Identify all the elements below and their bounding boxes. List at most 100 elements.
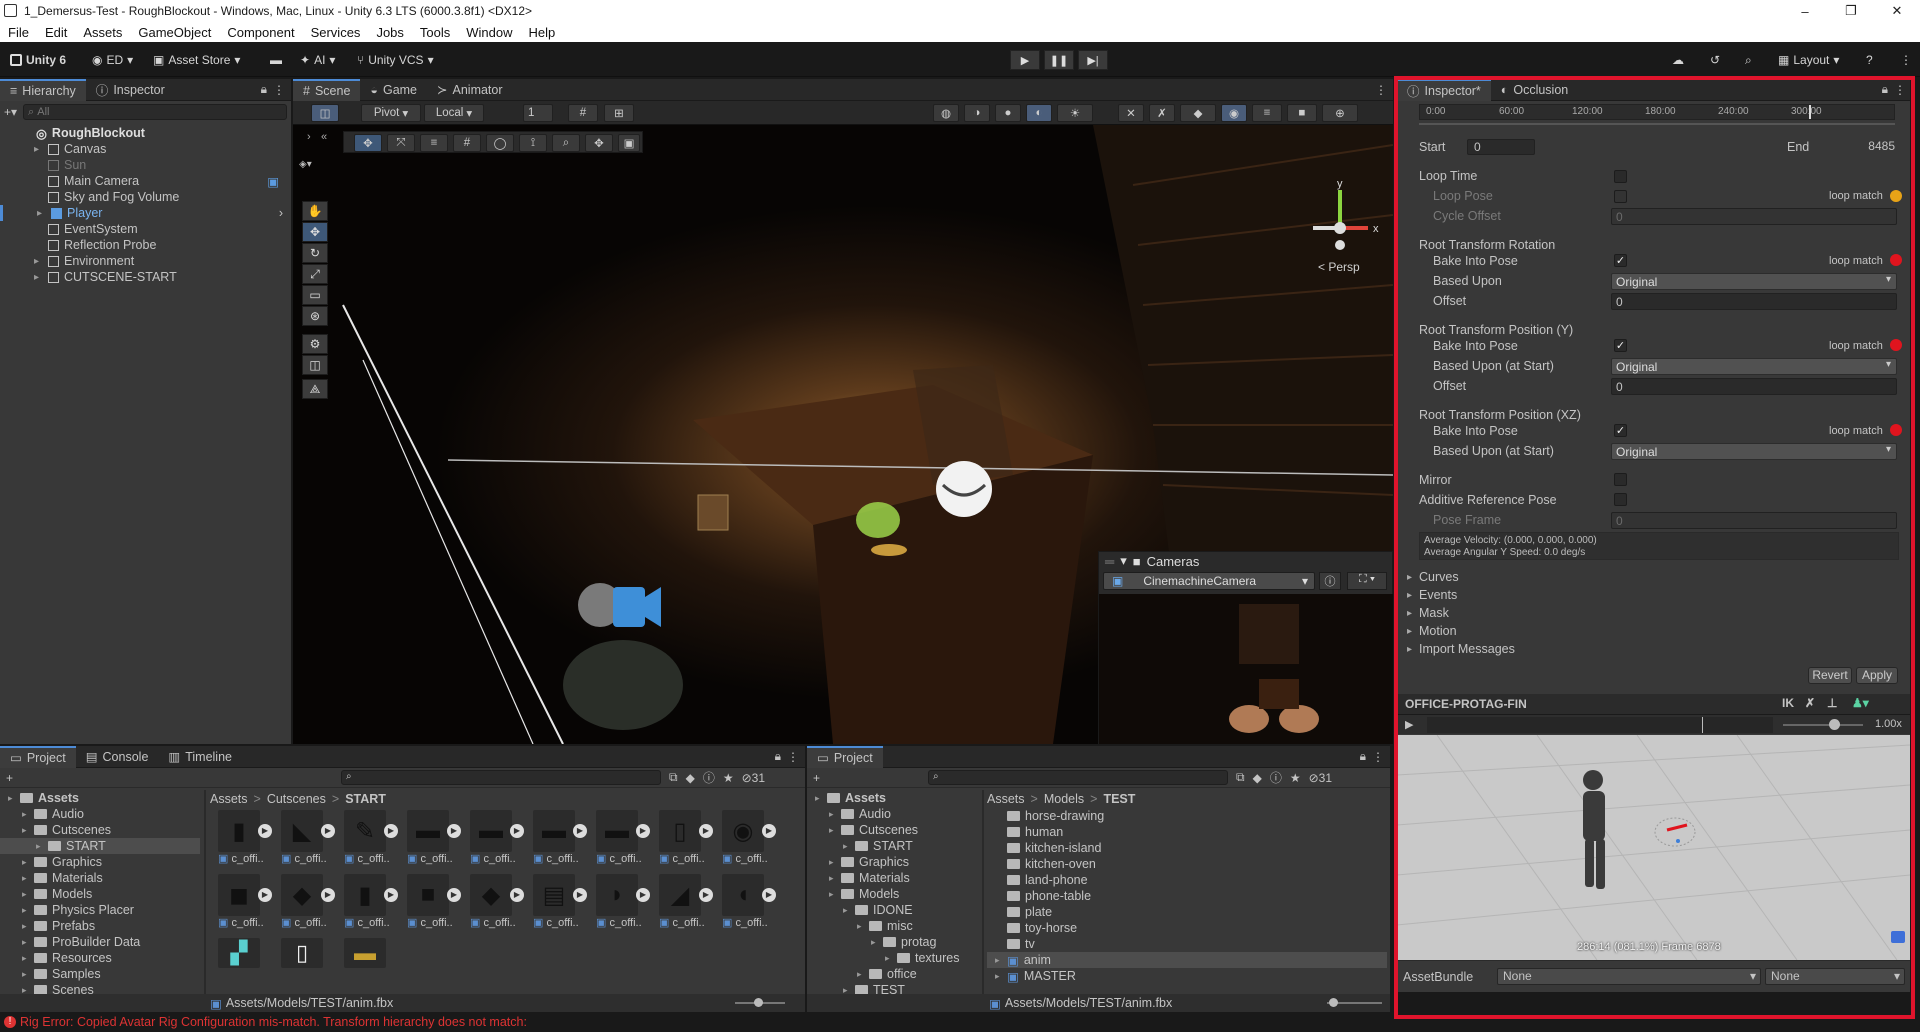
mute-icon[interactable]: ✗ xyxy=(1805,696,1815,710)
expand-arrow-icon[interactable]: ▸ xyxy=(22,873,34,884)
breadcrumb-item[interactable]: Assets xyxy=(987,792,1025,808)
speed-slider-track[interactable] xyxy=(1783,724,1863,726)
transform-tool[interactable]: ⊛ xyxy=(302,306,328,326)
asset-thumbnail[interactable]: ◖ ▶ ▣ c_offi... xyxy=(722,874,776,934)
play-icon[interactable]: ▶ xyxy=(321,888,335,902)
fx-toggle-button[interactable]: ✗ xyxy=(1149,104,1175,122)
tab-scene[interactable]: # Scene xyxy=(293,79,361,101)
expand-arrow-icon[interactable]: ▸ xyxy=(885,953,897,964)
folder-tree-item[interactable]: ▸ misc xyxy=(807,918,977,934)
pivot-icon[interactable]: ⊥ xyxy=(1827,696,1837,710)
menu-file[interactable]: File xyxy=(0,25,37,40)
asset-list-item[interactable]: toy-horse xyxy=(987,920,1387,936)
folder-tree-item[interactable]: ▸ textures xyxy=(807,950,977,966)
expand-arrow-icon[interactable]: ▸ xyxy=(34,256,46,267)
play-icon[interactable]: ▶ xyxy=(636,824,650,838)
expand-arrow-icon[interactable]: ▸ xyxy=(22,857,34,868)
expand-arrow-icon[interactable]: ▸ xyxy=(995,971,1007,982)
revert-button[interactable]: Revert xyxy=(1808,667,1852,684)
play-icon[interactable]: ▶ xyxy=(447,888,461,902)
asset-thumbnail[interactable]: ▬ ▶ ▣ c_offi... xyxy=(407,810,461,870)
tab-animator[interactable]: ≻ Animator xyxy=(427,79,513,101)
folder-tree-item[interactable]: ▸ Audio xyxy=(807,806,977,822)
play-icon[interactable]: ▶ xyxy=(699,888,713,902)
pose-frame-field[interactable]: 0 xyxy=(1611,512,1897,529)
loop-pose-checkbox[interactable] xyxy=(1614,190,1627,203)
breadcrumb-item[interactable]: Models xyxy=(1044,792,1084,808)
avatar-icon[interactable]: ♟▾ xyxy=(1852,696,1869,710)
shading-lit-button[interactable]: ◐ xyxy=(1026,104,1052,122)
offset-y-field[interactable]: 0 xyxy=(1611,378,1897,395)
hierarchy-item[interactable]: Sun xyxy=(0,157,291,173)
label-icon[interactable]: ◆ xyxy=(1253,771,1262,785)
play-icon[interactable]: ▶ xyxy=(384,824,398,838)
camera-select-dropdown[interactable]: ▣ CinemachineCamera ▾ xyxy=(1103,572,1315,590)
scale-tool[interactable]: ⤢ xyxy=(302,264,328,284)
folder-tree-item[interactable]: ▸ Models xyxy=(807,886,977,902)
asset-thumbnail[interactable]: ▮ ▶ ▣ c_offi... xyxy=(344,874,398,934)
asset-thumbnail[interactable]: ✎ ▶ ▣ c_offi... xyxy=(344,810,398,870)
menu-assets[interactable]: Assets xyxy=(75,25,130,40)
custom-tool[interactable]: ⚙ xyxy=(302,334,328,354)
menu-help[interactable]: Help xyxy=(521,25,564,40)
asset-thumbnail[interactable]: ◢ ▶ ▣ c_offi... xyxy=(659,874,713,934)
visibility-toggle-button[interactable]: ◉ xyxy=(1221,104,1247,122)
folder-tree-item[interactable]: ▸ IDONE xyxy=(807,902,977,918)
label-icon[interactable]: ◆ xyxy=(686,771,695,785)
more-icon[interactable]: ⋮ xyxy=(1375,83,1387,97)
chevron-right-icon[interactable]: › xyxy=(307,131,311,143)
asset-thumbnail[interactable]: ▞ xyxy=(218,938,264,974)
folder-tree-item[interactable]: ▸ Prefabs xyxy=(0,918,200,934)
layout-dropdown[interactable]: ▦ Layout ▾ xyxy=(1778,50,1839,70)
more-icon[interactable]: ⋮ xyxy=(1894,83,1906,97)
folder-tree-item[interactable]: ▸ protag xyxy=(807,934,977,950)
foldout-mask[interactable]: ▸ Mask xyxy=(1407,604,1515,622)
tab-project-2[interactable]: ▭ Project xyxy=(807,745,883,768)
expand-arrow-icon[interactable]: ▸ xyxy=(34,144,46,155)
breadcrumb-item[interactable]: Assets xyxy=(210,792,248,808)
vcs-dropdown[interactable]: ⑂ Unity VCS ▾ xyxy=(357,50,434,70)
ik-button[interactable]: IK xyxy=(1782,696,1794,710)
asset-thumbnail[interactable]: ◣ ▶ ▣ c_offi... xyxy=(281,810,335,870)
breadcrumb-item[interactable]: Cutscenes xyxy=(267,792,326,808)
hierarchy-item[interactable]: Main Camera ▣ xyxy=(0,173,291,189)
more-icon[interactable]: ⋮ xyxy=(1372,750,1384,764)
hierarchy-item[interactable]: EventSystem xyxy=(0,221,291,237)
timeline-end-marker[interactable] xyxy=(1809,105,1811,119)
add-button[interactable]: + xyxy=(813,771,820,785)
nav-button[interactable]: ⟟ xyxy=(519,134,547,152)
mirror-checkbox[interactable] xyxy=(1614,473,1627,486)
tab-inspector[interactable]: ⓘ Inspector* xyxy=(1397,78,1491,101)
asset-list-item[interactable]: kitchen-oven xyxy=(987,856,1387,872)
component-tool[interactable]: ◫ xyxy=(302,355,328,375)
move-handle-button[interactable]: ✥ xyxy=(354,134,382,152)
tab-project[interactable]: ▭ Project xyxy=(0,745,76,768)
move-button[interactable]: ✥ xyxy=(585,134,613,152)
status-bar[interactable]: ! Rig Error: Copied Avatar Rig Configura… xyxy=(0,1012,1920,1032)
asset-thumbnail[interactable]: ▬ ▶ ▣ c_offi... xyxy=(596,810,650,870)
expand-arrow-icon[interactable]: ▸ xyxy=(857,921,869,932)
folder-tree-item[interactable]: ▸ office xyxy=(807,966,977,982)
lighting-dropdown[interactable]: ☀ xyxy=(1057,104,1093,122)
folder-tree-item[interactable]: ▸ ProBuilder Data xyxy=(0,934,200,950)
cameras-overlay-header[interactable]: ═ ▾ ■ Cameras xyxy=(1099,552,1392,570)
asset-thumbnail[interactable]: ◉ ▶ ▣ c_offi... xyxy=(722,810,776,870)
help-button[interactable]: ? xyxy=(1866,50,1873,70)
based-upon-rotation-dropdown[interactable]: Original xyxy=(1611,273,1897,290)
pivot-dropdown[interactable]: Pivot ▾ xyxy=(361,104,421,122)
shading-solid-button[interactable]: ● xyxy=(995,104,1021,122)
foldout-motion[interactable]: ▸ Motion xyxy=(1407,622,1515,640)
based-upon-xz-dropdown[interactable]: Original xyxy=(1611,443,1897,460)
layers-dropdown[interactable]: ≡ xyxy=(1252,104,1282,122)
zoom-button[interactable]: ⌕ xyxy=(552,134,580,152)
breadcrumb-item[interactable]: TEST xyxy=(1103,792,1135,808)
tab-timeline[interactable]: ▥ Timeline xyxy=(158,746,242,768)
more-icon[interactable]: ⋮ xyxy=(787,750,799,764)
camera-dropdown[interactable]: ■ xyxy=(1287,104,1317,122)
move-tool[interactable]: ✥ xyxy=(302,222,328,242)
rotate-tool[interactable]: ↻ xyxy=(302,243,328,263)
tab-hierarchy[interactable]: ≡ Hierarchy xyxy=(0,78,86,101)
expand-arrow-icon[interactable]: ▸ xyxy=(857,969,869,980)
player-gizmo-icon[interactable] xyxy=(936,461,992,517)
expand-arrow-icon[interactable]: ▸ xyxy=(36,841,48,852)
